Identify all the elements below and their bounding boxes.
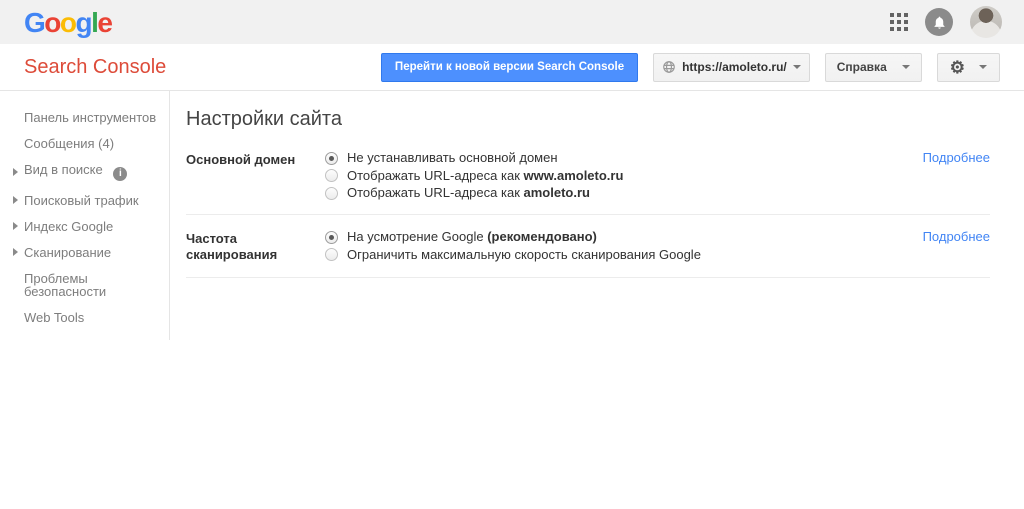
sidebar-item-search-traffic[interactable]: Поисковый трафик [0, 187, 169, 213]
apps-grid-icon[interactable] [890, 13, 908, 31]
new-version-button[interactable]: Перейти к новой версии Search Console [380, 52, 639, 82]
preferred-domain-section: Основной домен Не устанавливать основной… [186, 148, 990, 215]
radio-button[interactable] [325, 230, 338, 244]
section-label: Основной домен [186, 152, 296, 167]
sidebar-item-label: Сообщения (4) [24, 135, 115, 151]
sidebar-item-security-issues[interactable]: Проблемы безопасности [0, 265, 169, 304]
sidebar-navigation: Панель инструментов Сообщения (4) Вид в … [0, 91, 170, 340]
logo-letter: o [44, 7, 61, 38]
property-selector[interactable]: https://amoleto.ru/ [653, 52, 810, 82]
settings-dropdown-button[interactable]: ⚙ [936, 52, 1000, 82]
radio-option: Не устанавливать основной домен [325, 151, 623, 165]
globe-icon [663, 61, 675, 73]
radio-group-crawl-rate: На усмотрение Google (рекомендовано) Огр… [325, 230, 701, 263]
radio-option: Отображать URL-адреса как www.amoleto.ru [325, 167, 624, 183]
radio-option: Ограничить максимальную скорость сканиро… [325, 246, 701, 262]
radio-button[interactable] [325, 151, 338, 165]
header-actions: Перейти к новой версии Search Console ht… [380, 52, 1000, 82]
sidebar-item-search-appearance[interactable]: Вид в поиске i [0, 156, 169, 187]
learn-more-link[interactable]: Подробнее [923, 150, 990, 165]
page-title: Настройки сайта [186, 108, 342, 130]
notifications-button[interactable] [925, 8, 953, 36]
chevron-down-icon [979, 65, 987, 69]
radio-option-label: Не устанавливать основной домен [347, 150, 558, 165]
topbar-actions [890, 6, 1002, 38]
radio-button[interactable] [325, 186, 338, 200]
radio-option-label: Отображать URL-адреса как amoleto.ru [347, 185, 590, 200]
sidebar-item-google-index[interactable]: Индекс Google [0, 213, 169, 239]
property-selector-value: https://amoleto.ru/ [682, 60, 787, 74]
learn-more-link[interactable]: Подробнее [923, 229, 990, 244]
sidebar-item-label: Вид в поиске [24, 161, 103, 177]
content-area: Панель инструментов Сообщения (4) Вид в … [0, 91, 1024, 340]
info-icon[interactable]: i [113, 166, 128, 181]
expand-arrow-icon [13, 196, 18, 204]
logo-letter: o [59, 7, 77, 38]
google-logo[interactable]: Google [24, 7, 113, 38]
help-button-label: Справка [836, 60, 887, 74]
app-title: Search Console [24, 55, 167, 78]
radio-option-label: На усмотрение Google (рекомендовано) [347, 229, 597, 244]
logo-letter: e [97, 7, 113, 38]
sidebar-item-label: Web Tools [24, 309, 85, 325]
sidebar-item-label: Проблемы безопасности [24, 270, 107, 299]
bell-icon [934, 16, 944, 29]
user-avatar[interactable] [970, 6, 1002, 38]
logo-letter: g [75, 7, 93, 38]
sidebar-item-label: Поисковый трафик [24, 192, 139, 208]
expand-arrow-icon [13, 222, 18, 230]
radio-option-label: Отображать URL-адреса как www.amoleto.ru [347, 167, 624, 183]
chevron-down-icon [792, 65, 801, 69]
sidebar-item-label: Индекс Google [24, 218, 114, 234]
radio-option: Отображать URL-адреса как amoleto.ru [325, 186, 623, 200]
chevron-down-icon [901, 65, 910, 69]
expand-arrow-icon [13, 248, 18, 256]
crawl-rate-section: Частота сканирования На усмотрение Googl… [186, 215, 990, 278]
help-dropdown-button[interactable]: Справка [824, 52, 922, 82]
radio-button[interactable] [325, 169, 338, 182]
sidebar-item-label: Панель инструментов [24, 109, 157, 125]
site-settings-panel: Настройки сайта Основной домен Не устана… [170, 91, 1024, 278]
search-console-header: Search Console Перейти к новой версии Se… [0, 44, 1024, 91]
radio-button[interactable] [325, 248, 338, 261]
sidebar-item-web-tools[interactable]: Web Tools [0, 304, 169, 330]
expand-arrow-icon [13, 167, 18, 176]
radio-option: На усмотрение Google (рекомендовано) [325, 230, 701, 244]
radio-option-label: Ограничить максимальную скорость сканиро… [347, 246, 701, 262]
section-label: Частота сканирования [186, 231, 278, 262]
gear-icon: ⚙ [949, 57, 965, 77]
logo-letter: G [24, 7, 46, 38]
sidebar-item-messages[interactable]: Сообщения (4) [0, 130, 169, 156]
sidebar-item-crawl[interactable]: Сканирование [0, 239, 169, 265]
radio-group-preferred-domain: Не устанавливать основной домен Отобража… [325, 151, 623, 200]
sidebar-item-label: Сканирование [24, 244, 112, 260]
sidebar-item-dashboard[interactable]: Панель инструментов [0, 104, 169, 130]
google-top-bar: Google [0, 0, 1024, 44]
